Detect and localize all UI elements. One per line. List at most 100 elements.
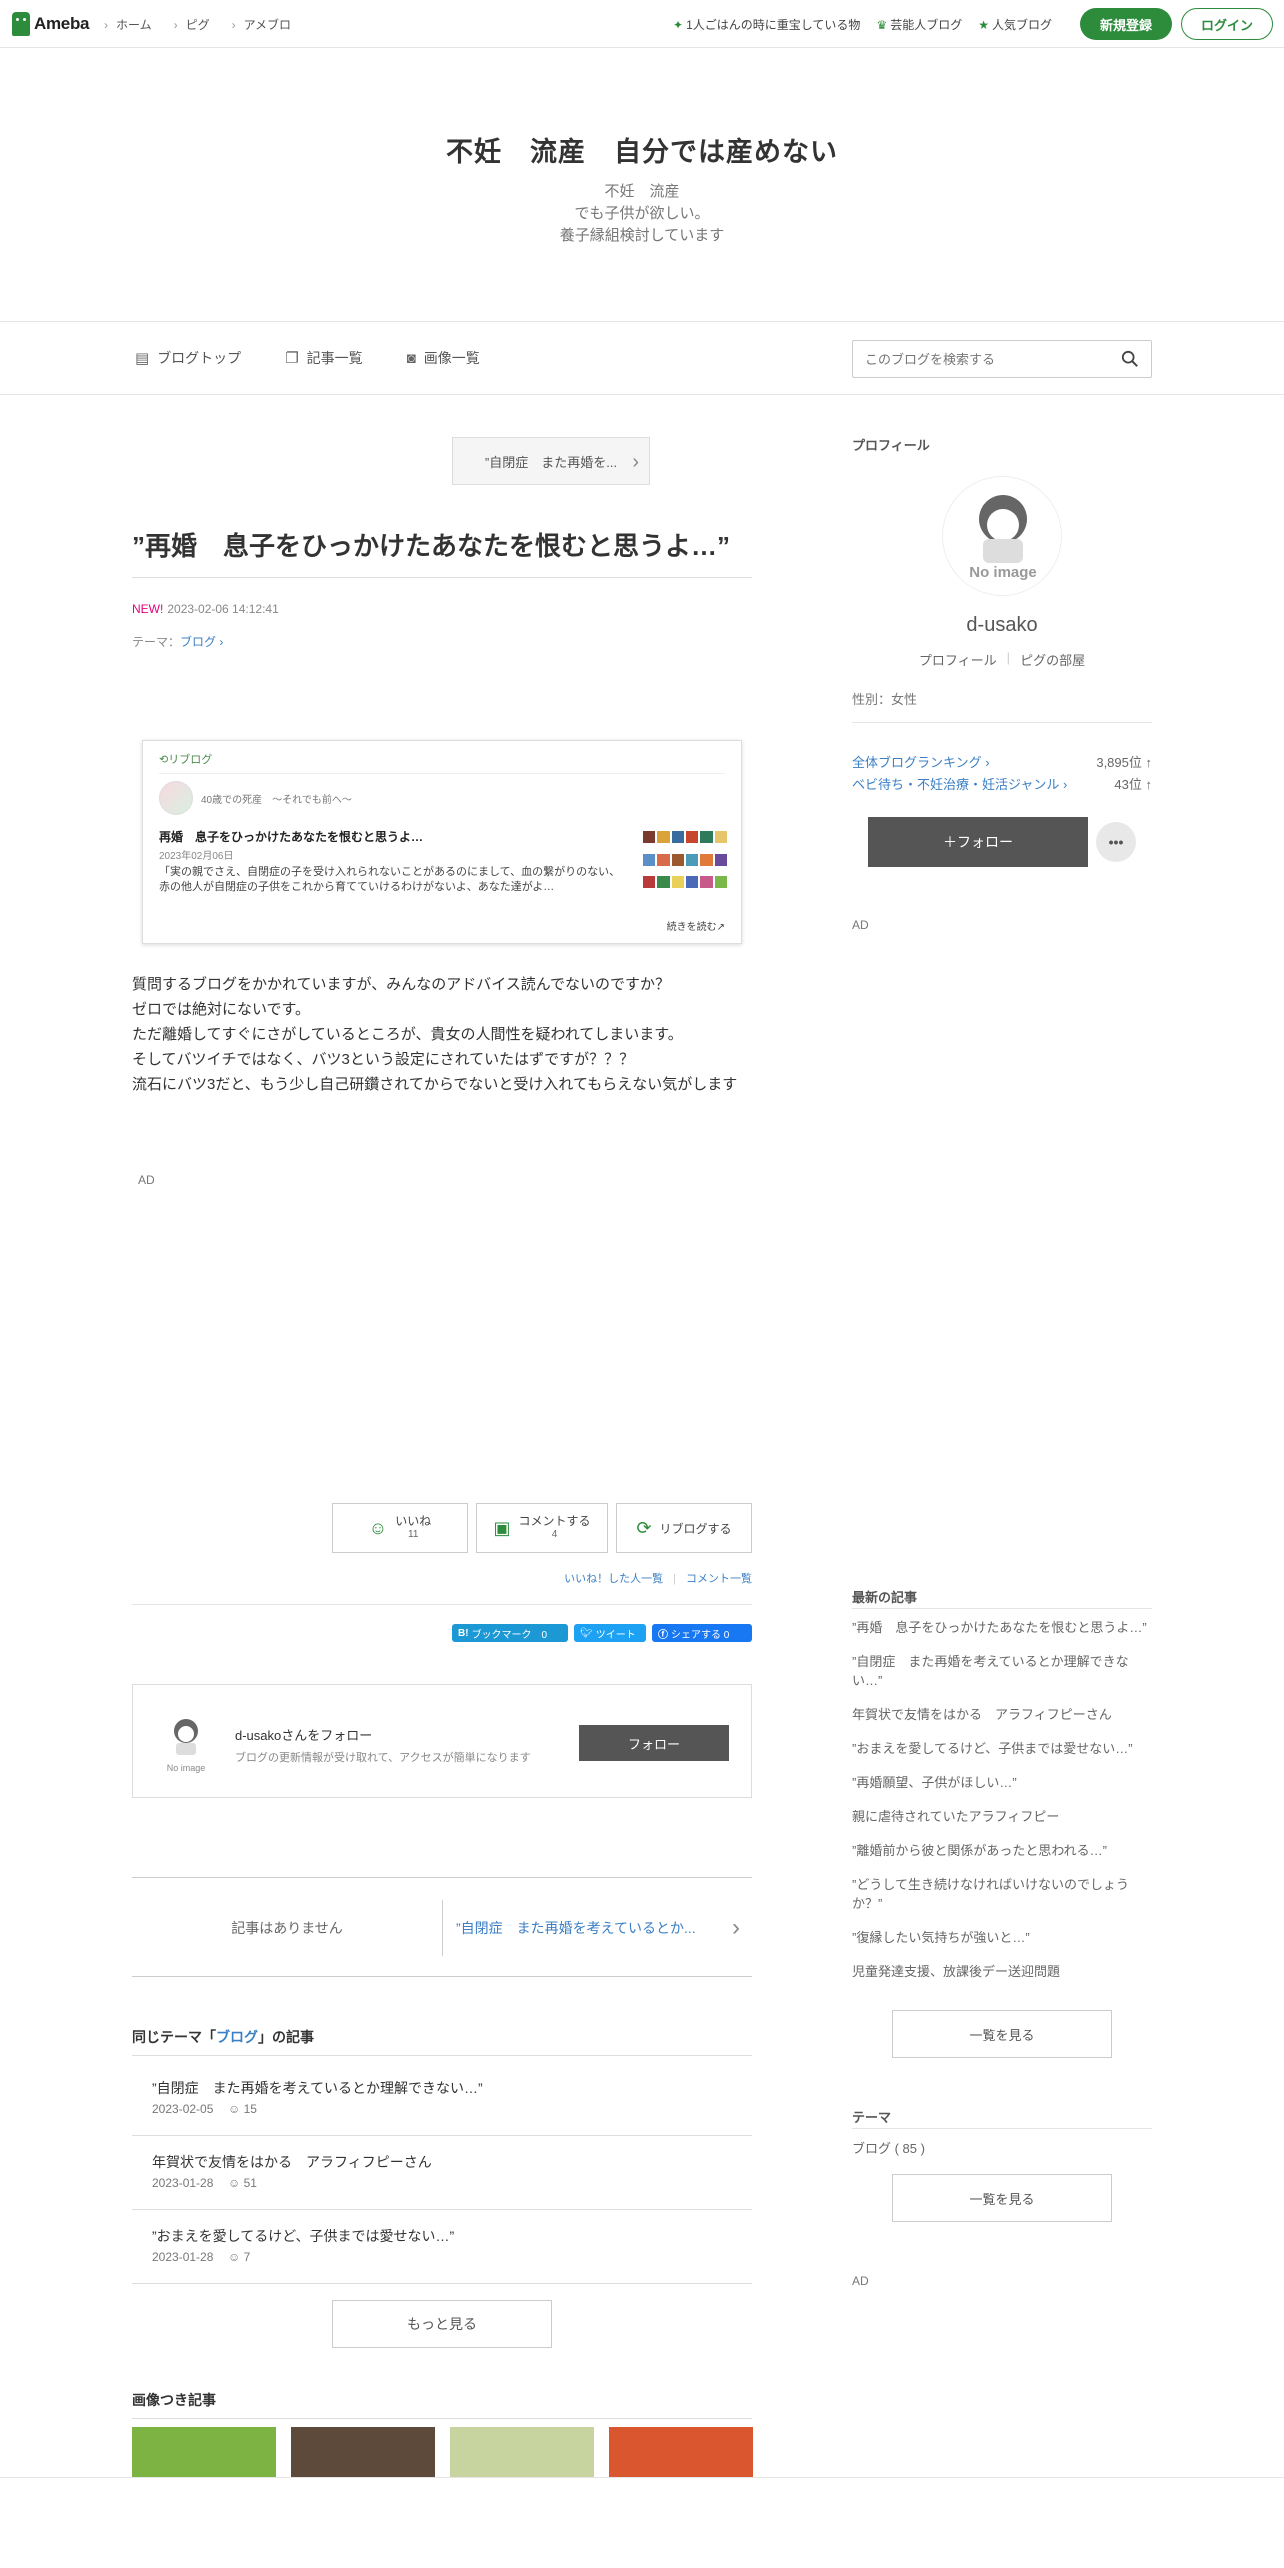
breadcrumb-pigg[interactable]: ピグ <box>174 16 210 33</box>
reblog-title: 再婚 息子をひっかけたあなたを恨むと思うよ… <box>159 830 424 844</box>
ranking-link[interactable]: 全体ブログランキング › <box>852 752 990 771</box>
thumbnail-tile <box>700 876 713 889</box>
breadcrumb-ameblo[interactable]: アメブロ <box>232 16 291 33</box>
divider <box>132 1604 752 1605</box>
recent-entry-link[interactable]: 親に虐待されていたアラフィフピー <box>852 1807 1152 1826</box>
ranking-link[interactable]: ベビ待ち・不妊治療・妊活ジャンル › <box>852 774 1067 793</box>
recent-entry-link[interactable]: ”離婚前から彼と関係があったと思われる…” <box>852 1841 1152 1860</box>
comments-link[interactable]: コメント一覧 <box>686 1573 752 1585</box>
ameba-logo[interactable]: Ameba <box>12 12 89 36</box>
recent-entry-link[interactable]: ”再婚 息子をひっかけたあなたを恨むと思うよ…” <box>852 1618 1152 1637</box>
like-users-link[interactable]: いいね！した人一覧 <box>564 1573 663 1585</box>
image-entry-thumbnail[interactable] <box>291 2427 435 2477</box>
smile-icon: ☺ <box>228 2250 244 2264</box>
facebook-share-button[interactable]: ⓕ シェアする 0 <box>652 1624 752 1642</box>
reblog-date: 2023年02月06日 <box>159 851 234 862</box>
read-more-label: 続きを読む <box>666 922 717 933</box>
header-link-popular[interactable]: ★ 人気ブログ <box>978 16 1052 33</box>
pig-room-link[interactable]: ピグの部屋 <box>1020 650 1085 669</box>
divider <box>852 1608 1152 1609</box>
search-icon[interactable] <box>1121 350 1139 368</box>
ranking-row: ベビ待ち・不妊治療・妊活ジャンル › 43位 ↑ <box>852 774 1152 793</box>
header-link-label: 人気ブログ <box>991 18 1052 32</box>
list-item[interactable]: ”自閉症 また再婚を考えているとか理解できない…” 2023-02-05 ☺ 1… <box>132 2062 752 2136</box>
recent-entry-link[interactable]: ”復縁したい気持ちが強いと…” <box>852 1928 1152 1947</box>
tweet-label: ツイート <box>595 1629 636 1641</box>
profile-avatar[interactable]: No image <box>942 476 1062 596</box>
reblog-label: リブログ <box>168 754 213 766</box>
reblog-author: 40歳での死産 〜それでも前へ〜 <box>159 781 352 815</box>
camera-icon: ◙ <box>406 350 416 367</box>
blog-title[interactable]: 不妊 流産 自分では産めない <box>0 130 1284 169</box>
recent-entry-link[interactable]: 児童発達支援、放課後デー送迎問題 <box>852 1962 1152 1981</box>
likes-count: 7 <box>243 2250 251 2264</box>
same-theme-link[interactable]: ブログ <box>216 2029 258 2045</box>
search-input[interactable] <box>853 341 1103 377</box>
header-link-trend[interactable]: ✦ 1人ごはんの時に重宝している物 <box>673 16 860 33</box>
profile-name[interactable]: d-usako <box>852 614 1152 637</box>
prev-entry-button[interactable]: ”自閉症 また再婚を... › <box>452 437 650 485</box>
entry-title[interactable]: ”再婚 息子をひっかけたあなたを恨むと思うよ…” <box>132 526 752 578</box>
recent-entry-link[interactable]: ”自閉症 また再婚を考えているとか理解できない…” <box>852 1652 1152 1690</box>
theme-heading: テーマ <box>852 2110 892 2125</box>
logo-text: Ameba <box>34 14 90 33</box>
list-item[interactable]: ”おまえを愛してるけど、子供までは愛せない…” 2023-01-28 ☺ 7 <box>132 2210 752 2284</box>
pager-next-link[interactable]: ”自閉症 また再婚を考えているとか... <box>456 1878 696 1978</box>
same-theme-entry-title: ”おまえを愛してるけど、子供までは愛せない…” <box>152 2228 455 2244</box>
reblog-read-more[interactable]: 続きを読む↗ <box>667 918 725 933</box>
header-link-celebrity[interactable]: ♛ 芸能人ブログ <box>876 16 962 33</box>
like-button[interactable]: ☺ いいね 11 <box>332 1503 468 1553</box>
recent-entry-link[interactable]: 年賀状で友情をはかる アラフィフピーさん <box>852 1705 1152 1724</box>
theme-list-item[interactable]: ブログ ( 85 ) <box>852 2138 925 2157</box>
thumbnail-tile <box>685 831 699 843</box>
image-entry-thumbnail[interactable] <box>609 2427 753 2477</box>
login-button[interactable]: ログイン <box>1181 8 1273 40</box>
recent-entry-link[interactable]: ”おまえを愛してるけど、子供までは愛せない…” <box>852 1739 1152 1758</box>
body-line: ただ離婚してすぐにさがしているところが、貴女の人間性を疑われてしまいます。 <box>132 1026 683 1043</box>
breadcrumb-home[interactable]: ホーム <box>104 16 152 33</box>
list-item[interactable]: 年賀状で友情をはかる アラフィフピーさん 2023-01-28 ☺ 51 <box>132 2136 752 2210</box>
reblog-icon: ⟳ <box>636 1517 652 1538</box>
nav-entry-list[interactable]: ❐ 記事一覧 <box>285 348 362 368</box>
prev-entry-label: ”自閉症 また再婚を... <box>484 454 618 470</box>
avatar <box>159 781 193 815</box>
like-label: いいね <box>395 1514 432 1528</box>
reblog-card[interactable]: ⟲リブログ 40歳での死産 〜それでも前へ〜 再婚 息子をひっかけたあなたを恨む… <box>142 740 742 944</box>
recent-entry-link[interactable]: ”再婚願望、子供がほしい…” <box>852 1773 1152 1792</box>
header-link-label: 芸能人ブログ <box>890 18 963 32</box>
image-entry-thumbnail[interactable] <box>450 2427 594 2477</box>
same-theme-entry-likes: ☺ 51 <box>228 2176 257 2190</box>
chevron-right-icon[interactable]: › <box>732 1914 740 1942</box>
theme-list-button[interactable]: 一覧を見る <box>892 2174 1112 2222</box>
body-line: そしてバツイチではなく、バツ3という設定にされていたはずですが？？？ <box>132 1051 635 1068</box>
more-button[interactable]: もっと見る <box>332 2300 552 2348</box>
image-entries-thumbnails <box>132 2427 753 2477</box>
profile-link[interactable]: プロフィール <box>919 650 997 669</box>
more-options-button[interactable]: ••• <box>1096 822 1136 862</box>
follow-button[interactable]: フォロー <box>579 1725 729 1761</box>
recent-entry-link[interactable]: ”どうして生き続けなければいけないのでしょうか？” <box>852 1875 1152 1913</box>
register-button[interactable]: 新規登録 <box>1080 8 1172 40</box>
no-image-text: No image <box>167 1763 206 1773</box>
image-entry-thumbnail[interactable] <box>132 2427 276 2477</box>
reblog-button[interactable]: ⟳ リブログする <box>616 1503 752 1553</box>
profile-gender: 性別：女性 <box>852 692 918 707</box>
entry-meta: NEW! 2023-02-06 14:12:41 <box>132 602 279 616</box>
separator: | <box>1006 650 1011 665</box>
recent-list-button[interactable]: 一覧を見る <box>892 2010 1112 2058</box>
ranking-label: 全体ブログランキング <box>852 755 982 770</box>
hatena-icon: B! <box>458 1627 469 1639</box>
hatena-bookmark-button[interactable]: B! ブックマーク 0 <box>452 1624 568 1642</box>
nav-image-list[interactable]: ◙ 画像一覧 <box>407 348 480 368</box>
image-entries-heading: 画像つき記事 <box>132 2390 752 2419</box>
sidebar-follow-button[interactable]: ＋フォロー <box>868 817 1088 867</box>
theme-link[interactable]: ブログ <box>180 635 216 649</box>
nav-label: 画像一覧 <box>423 350 480 366</box>
separator: | <box>673 1573 676 1585</box>
same-theme-entry-date: 2023-02-05 <box>152 2102 214 2116</box>
hatena-label: ブックマーク 0 <box>471 1629 548 1641</box>
tweet-button[interactable]: 🐦︎ ツイート <box>574 1624 646 1642</box>
comment-button[interactable]: ▣ コメントする 4 <box>476 1503 608 1553</box>
nav-blog-top[interactable]: ▤ ブログトップ <box>135 348 241 368</box>
ad-label: AD <box>852 2274 869 2288</box>
